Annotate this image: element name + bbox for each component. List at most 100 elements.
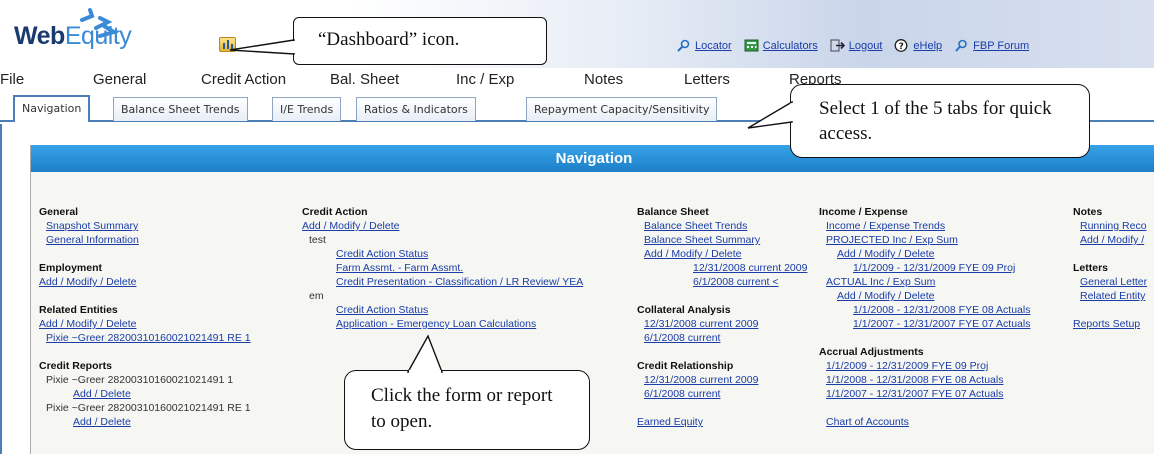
menu-notes[interactable]: Notes [584,71,623,88]
employment-heading: Employment [39,262,103,274]
credit-action-column: Credit Action Add / Modify / Delete test… [302,205,583,331]
balance-sheet-heading: Balance Sheet [637,206,709,218]
general-information-link[interactable]: General Information [39,233,251,247]
general-heading: General [39,206,79,218]
credit-relationship-heading: Credit Relationship [637,360,734,372]
balance-sheet-add-link[interactable]: Add / Modify / Delete [637,247,807,261]
calculator-icon [744,39,759,52]
farm-assmt-link[interactable]: Farm Assmt. - Farm Assmt. [302,261,583,275]
credit-report-entity: Pixie ~Greer 28200310160021021491 RE 1 [46,402,251,414]
credit-relationship-link[interactable]: 12/31/2008 current 2009 [637,373,807,387]
menu-credit-action[interactable]: Credit Action [201,71,286,88]
accrual-item-link[interactable]: 1/1/2008 - 12/31/2008 FYE 08 Actuals [819,373,1030,387]
projected-summary-link[interactable]: PROJECTED Inc / Exp Sum [819,233,1030,247]
credit-action-heading: Credit Action [302,206,368,218]
logout-label: Logout [848,39,883,52]
actual-summary-link[interactable]: ACTUAL Inc / Exp Sum [819,275,1030,289]
notes-heading: Notes [1073,206,1103,218]
related-entities-heading: Related Entities [39,304,118,316]
income-expense-heading: Income / Expense [819,206,908,218]
logo-web: Web [14,22,65,50]
credit-relationship-link[interactable]: 6/1/2008 current [637,387,807,401]
credit-action-add-link[interactable]: Add / Modify / Delete [302,219,583,233]
credit-report-entity: Pixie ~Greer 28200310160021021491 1 [46,374,234,386]
collateral-analysis-heading: Collateral Analysis [637,304,731,316]
credit-action-group-em: em [309,290,324,302]
menu-inc-exp[interactable]: Inc / Exp [456,71,514,88]
forum-link[interactable]: FBP Forum [954,39,1029,52]
balance-sheet-item-link[interactable]: 6/1/2008 current < [637,275,807,289]
ehelp-link[interactable]: ? eHelp [894,39,942,52]
ehelp-label: eHelp [913,39,943,52]
credit-presentation-link[interactable]: Credit Presentation - Classification / L… [302,275,583,289]
callout-form-text: Click the form or report to open. [371,385,553,432]
callout-form: Click the form or report to open. [344,370,590,450]
credit-reports-heading: Credit Reports [39,360,112,372]
credit-report-add-delete-link[interactable]: Add / Delete [39,387,251,401]
app-header: WebEquity Locator Calculators Logout ? e… [0,0,1154,68]
accrual-item-link[interactable]: 1/1/2009 - 12/31/2009 FYE 09 Proj [819,359,1030,373]
logout-icon [830,39,845,52]
callout-tabs: Select 1 of the 5 tabs for quick access. [790,84,1090,158]
tab-balance-sheet-trends[interactable]: Balance Sheet Trends [113,97,248,121]
navigation-panel: Navigation General Snapshot Summary Gene… [30,145,1154,454]
actual-add-link[interactable]: Add / Modify / Delete [819,289,1030,303]
actual-item-link[interactable]: 1/1/2007 - 12/31/2007 FYE 07 Actuals [819,317,1030,331]
general-column: General Snapshot Summary General Informa… [39,205,251,429]
tab-ie-trends[interactable]: I/E Trends [272,97,342,121]
calculators-label: Calculators [762,39,818,52]
balance-sheet-item-link[interactable]: 12/31/2008 current 2009 [637,261,807,275]
accrual-adjustments-heading: Accrual Adjustments [819,346,924,358]
forum-icon [955,39,967,52]
tab-ratios-indicators[interactable]: Ratios & Indicators [356,97,476,121]
tab-navigation[interactable]: Navigation [13,95,91,122]
menu-file[interactable]: File [0,71,24,88]
header-links: Locator Calculators Logout ? eHelp FBP F… [676,39,1029,52]
forum-label: FBP Forum [973,39,1030,52]
balance-sheet-summary-link[interactable]: Balance Sheet Summary [637,233,807,247]
locator-label: Locator [695,39,732,52]
earned-equity-link[interactable]: Earned Equity [637,415,807,429]
menu-bal-sheet[interactable]: Bal. Sheet [330,71,399,88]
search-icon [677,39,690,52]
related-entity-link[interactable]: Pixie ~Greer 28200310160021021491 RE 1 [39,331,251,345]
logo-equity: Equity [64,22,132,50]
related-entities-add-link[interactable]: Add / Modify / Delete [39,317,251,331]
snapshot-summary-link[interactable]: Snapshot Summary [39,219,251,233]
credit-report-add-delete-link[interactable]: Add / Delete [39,415,251,429]
collateral-item-link[interactable]: 6/1/2008 current [637,331,807,345]
emergency-loan-link[interactable]: Application - Emergency Loan Calculation… [302,317,583,331]
credit-action-status-link[interactable]: Credit Action Status [302,303,583,317]
reports-setup-link[interactable]: Reports Setup [1073,317,1154,331]
tab-repayment-capacity[interactable]: Repayment Capacity/Sensitivity [526,97,718,121]
callout-tabs-text: Select 1 of the 5 tabs for quick access. [819,98,1052,144]
actual-item-link[interactable]: 1/1/2008 - 12/31/2008 FYE 08 Actuals [819,303,1030,317]
credit-action-group-test: test [309,234,326,246]
running-record-link[interactable]: Running Reco [1073,219,1154,233]
balance-sheet-column: Balance Sheet Balance Sheet Trends Balan… [637,205,807,429]
menu-general[interactable]: General [93,71,146,88]
employment-add-link[interactable]: Add / Modify / Delete [39,275,251,289]
collateral-item-link[interactable]: 12/31/2008 current 2009 [637,317,807,331]
calculators-link[interactable]: Calculators [744,39,818,52]
general-letter-link[interactable]: General Letter [1073,275,1154,289]
callout-dashboard-pointer [229,39,296,55]
credit-action-status-link[interactable]: Credit Action Status [302,247,583,261]
logout-link[interactable]: Logout [830,39,883,52]
related-entity-letter-link[interactable]: Related Entity [1073,289,1154,303]
callout-dashboard-text: “Dashboard” icon. [318,29,460,50]
chart-of-accounts-link[interactable]: Chart of Accounts [819,415,1030,429]
callout-tabs-pointer [747,100,794,129]
locator-link[interactable]: Locator [676,39,732,52]
letters-heading: Letters [1073,262,1109,274]
ie-trends-link[interactable]: Income / Expense Trends [819,219,1030,233]
projected-item-link[interactable]: 1/1/2009 - 12/31/2009 FYE 09 Proj [819,261,1030,275]
notes-add-link[interactable]: Add / Modify / [1073,233,1154,247]
app-logo: WebEquity [14,22,132,51]
help-icon: ? [894,39,908,52]
balance-sheet-trends-link[interactable]: Balance Sheet Trends [637,219,807,233]
projected-add-link[interactable]: Add / Modify / Delete [819,247,1030,261]
menu-letters[interactable]: Letters [684,71,730,88]
accrual-item-link[interactable]: 1/1/2007 - 12/31/2007 FYE 07 Actuals [819,387,1030,401]
callout-form-pointer [406,334,444,373]
